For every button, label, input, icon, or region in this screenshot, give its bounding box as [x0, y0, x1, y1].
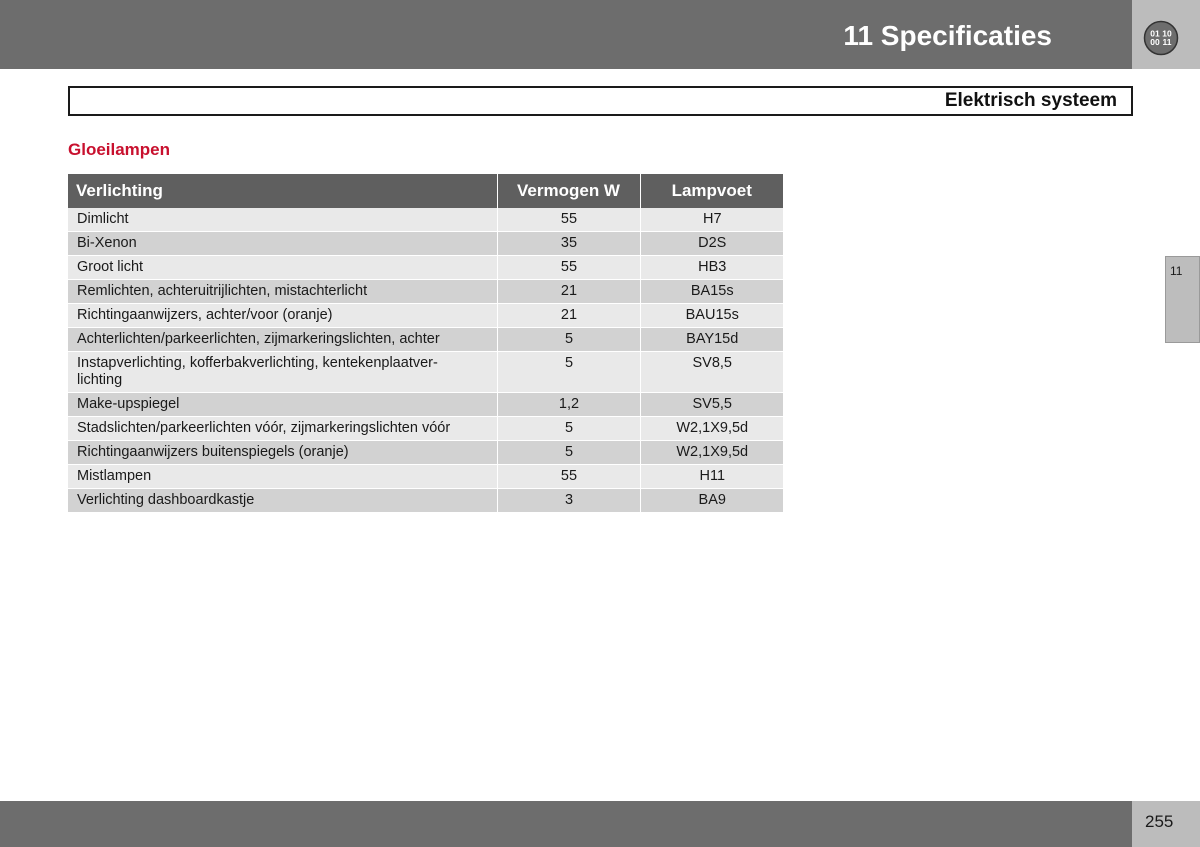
table-row: Richtingaanwijzers, achter/voor (oranje)… [68, 303, 783, 328]
column-header-socket: Lampvoet [640, 174, 783, 208]
section-title: Elektrisch systeem [944, 90, 1117, 111]
table-body: Dimlicht 55 H7 Bi-Xenon 35 D2S Groot licht 55 HB… [68, 208, 783, 513]
power-cell: 3 [497, 488, 641, 513]
power-cell: 21 [497, 303, 641, 328]
socket-cell: BA9 [640, 488, 783, 513]
column-header-power: Vermogen W [497, 174, 641, 208]
socket-cell: BA15s [640, 279, 783, 304]
lighting-cell: Instapverlichting, kofferbakverlichting,… [68, 351, 498, 393]
lighting-cell: Mistlampen [68, 464, 498, 489]
power-cell: 55 [497, 464, 641, 489]
power-cell: 5 [497, 416, 641, 441]
footer-bar [0, 801, 1132, 847]
socket-cell: W2,1X9,5d [640, 416, 783, 441]
subheading: Gloeilampen [68, 140, 171, 159]
lighting-cell: Richtingaanwijzers buitenspiegels (oranj… [68, 440, 498, 465]
socket-cell: W2,1X9,5d [640, 440, 783, 465]
socket-cell: D2S [640, 231, 783, 256]
power-cell: 5 [497, 440, 641, 465]
table-row: Verlichting dashboardkastje 3 BA9 [68, 488, 783, 513]
table-row: Achterlichten/parkeerlichten, zijmarkeri… [68, 327, 783, 352]
power-cell: 35 [497, 231, 641, 256]
lighting-cell: Richtingaanwijzers, achter/voor (oranje) [68, 303, 498, 328]
power-cell: 5 [497, 351, 641, 393]
table-row: Richtingaanwijzers buitenspiegels (oranj… [68, 440, 783, 465]
lighting-cell: Stadslichten/parkeerlichten vóór, zijmar… [68, 416, 498, 441]
table-row: Dimlicht 55 H7 [68, 208, 783, 232]
table-row: Stadslichten/parkeerlichten vóór, zijmar… [68, 416, 783, 441]
binary-chapter-icon: 01 10 00 11 [1143, 20, 1179, 56]
power-cell: 55 [497, 208, 641, 232]
page-number: 255 [1145, 812, 1174, 831]
socket-cell: SV5,5 [640, 392, 783, 417]
table-row: Groot licht 55 HB3 [68, 255, 783, 280]
power-cell: 55 [497, 255, 641, 280]
chapter-title: 11 Specificaties [843, 20, 1052, 51]
lighting-cell: Bi-Xenon [68, 231, 498, 256]
socket-cell: SV8,5 [640, 351, 783, 393]
socket-cell: H11 [640, 464, 783, 489]
socket-cell: BAY15d [640, 327, 783, 352]
column-header-lighting: Verlichting [68, 174, 498, 208]
socket-cell: H7 [640, 208, 783, 232]
power-cell: 5 [497, 327, 641, 352]
logo-digits-bottom-right: 11 [1163, 37, 1172, 47]
table-row: Mistlampen 55 H11 [68, 464, 783, 489]
power-cell: 1,2 [497, 392, 641, 417]
table-row: Bi-Xenon 35 D2S [68, 231, 783, 256]
table-row: Instapverlichting, kofferbakverlichting,… [68, 351, 783, 393]
socket-cell: HB3 [640, 255, 783, 280]
lighting-cell: Make-upspiegel [68, 392, 498, 417]
socket-cell: BAU15s [640, 303, 783, 328]
logo-digits-bottom-left: 00 [1150, 37, 1160, 47]
section-title-bar: Elektrisch systeem [68, 86, 1133, 116]
lighting-cell: Verlichting dashboardkastje [68, 488, 498, 513]
lighting-cell: Remlichten, achteruitrijlichten, mistach… [68, 279, 498, 304]
lighting-cell: Achterlichten/parkeerlichten, zijmarkeri… [68, 327, 498, 352]
side-tab-label: 11 [1170, 264, 1183, 278]
table-row: Remlichten, achteruitrijlichten, mistach… [68, 279, 783, 304]
chapter-side-tab[interactable]: 11 [1165, 256, 1200, 343]
table-header-row: Verlichting Vermogen W Lampvoet [68, 174, 783, 208]
chapter-header-bar: 11 Specificaties [0, 0, 1132, 69]
table-row: Make-upspiegel 1,2 SV5,5 [68, 392, 783, 417]
power-cell: 21 [497, 279, 641, 304]
lighting-cell: Groot licht [68, 255, 498, 280]
bulb-specs-table: Verlichting Vermogen W Lampvoet Dimlicht… [68, 174, 783, 513]
lighting-cell: Dimlicht [68, 208, 498, 232]
